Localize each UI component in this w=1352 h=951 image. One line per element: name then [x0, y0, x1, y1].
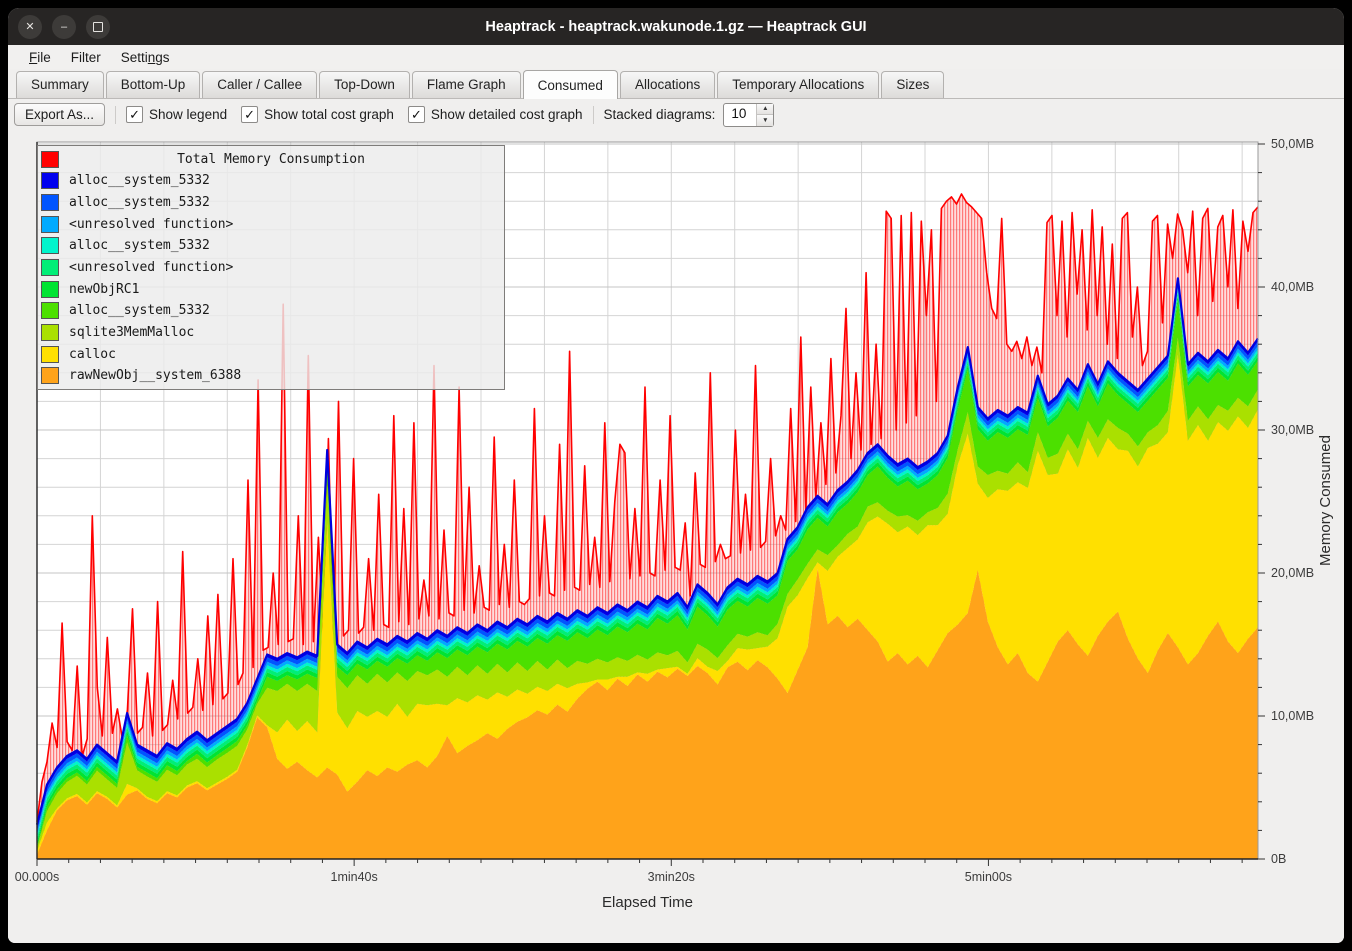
checkbox-show-legend[interactable]: ✓ Show legend [126, 106, 227, 123]
heaptrack-window: ✕ – Heaptrack - heaptrack.wakunode.1.gz … [8, 8, 1344, 943]
x-tick-label: 3min20s [648, 870, 695, 884]
x-tick-label: 00.000s [15, 870, 59, 884]
chart-legend: Total Memory Consumption alloc__system_53… [37, 145, 505, 390]
stacked-diagrams-label: Stacked diagrams: [604, 107, 716, 122]
legend-swatch-icon [41, 281, 59, 298]
toolbar: Export As... ✓ Show legend ✓ Show total cos… [8, 99, 1344, 130]
checkbox-show-total-cost-graph[interactable]: ✓ Show total cost graph [241, 106, 394, 123]
window-buttons: ✕ – [18, 15, 110, 39]
checkbox-check-icon[interactable]: ✓ [126, 106, 143, 123]
tab-temporary-allocations[interactable]: Temporary Allocations [717, 71, 879, 98]
y-axis-title: Memory Consumed [1317, 435, 1334, 566]
y-tick-label: 20,0MB [1271, 566, 1314, 580]
y-tick-label: 0B [1271, 852, 1286, 866]
legend-item: calloc [38, 344, 504, 365]
toolbar-separator [593, 106, 594, 124]
checkbox-label: Show total cost graph [264, 107, 394, 122]
maximize-icon[interactable] [86, 15, 110, 39]
legend-label: alloc__system_5332 [69, 238, 210, 253]
checkbox-label: Show detailed cost graph [431, 107, 583, 122]
legend-swatch-icon [41, 259, 59, 276]
menu-item-filter[interactable]: Filter [62, 48, 110, 67]
legend-label: Total Memory Consumption [38, 152, 504, 167]
legend-item: alloc__system_5332 [38, 192, 504, 213]
x-tick-label: 1min40s [331, 870, 378, 884]
tab-sizes[interactable]: Sizes [881, 71, 944, 98]
legend-swatch-icon [41, 216, 59, 233]
window-title: Heaptrack - heaptrack.wakunode.1.gz — He… [8, 19, 1344, 35]
minimize-icon[interactable]: – [52, 15, 76, 39]
legend-swatch-icon [41, 324, 59, 341]
checkbox-label: Show legend [149, 107, 227, 122]
legend-swatch-icon [41, 346, 59, 363]
legend-item: <unresolved function> [38, 257, 504, 278]
legend-label: <unresolved function> [69, 217, 233, 232]
menu-item-file[interactable]: File [20, 48, 60, 67]
memory-consumption-chart: 00.000s 1min40s 3min20s 5min00s 0B 10,0MB 20,0… [8, 130, 1344, 943]
tab-consumed[interactable]: Consumed [523, 70, 618, 99]
toolbar-separator [115, 106, 116, 124]
y-tick-label: 50,0MB [1271, 137, 1314, 151]
tab-allocations[interactable]: Allocations [620, 71, 715, 98]
legend-label: alloc__system_5332 [69, 303, 210, 318]
close-icon[interactable]: ✕ [18, 15, 42, 39]
legend-item: sqlite3MemMalloc [38, 322, 504, 343]
export-as-button[interactable]: Export As... [14, 103, 105, 126]
title-bar[interactable]: ✕ – Heaptrack - heaptrack.wakunode.1.gz … [8, 8, 1344, 45]
tab-flame-graph[interactable]: Flame Graph [412, 71, 521, 98]
legend-item: alloc__system_5332 [38, 170, 504, 191]
legend-item: alloc__system_5332 [38, 300, 504, 321]
legend-swatch-icon [41, 302, 59, 319]
legend-item: rawNewObj__system_6388 [38, 365, 504, 386]
legend-label: alloc__system_5332 [69, 195, 210, 210]
tab-summary[interactable]: Summary [16, 71, 104, 98]
legend-swatch-icon [41, 194, 59, 211]
legend-label: newObjRC1 [69, 282, 139, 297]
checkbox-show-detailed-cost-graph[interactable]: ✓ Show detailed cost graph [408, 106, 583, 123]
y-tick-label: 30,0MB [1271, 423, 1314, 437]
menu-bar: FileFilterSettings [8, 45, 1344, 69]
y-tick-label: 10,0MB [1271, 709, 1314, 723]
stacked-diagrams-value: 10 [724, 104, 756, 126]
checkbox-check-icon[interactable]: ✓ [241, 106, 258, 123]
menu-item-settings[interactable]: Settings [112, 48, 179, 67]
legend-label: <unresolved function> [69, 260, 233, 275]
tab-bar: SummaryBottom-UpCaller / CalleeTop-DownF… [8, 69, 1344, 99]
y-tick-label: 40,0MB [1271, 280, 1314, 294]
legend-swatch-icon [41, 367, 59, 384]
tab-bottom-up[interactable]: Bottom-Up [106, 71, 201, 98]
legend-label: calloc [69, 347, 116, 362]
x-axis-title: Elapsed Time [602, 894, 693, 911]
x-tick-label: 5min00s [965, 870, 1012, 884]
spinner-down-icon[interactable]: ▼ [757, 115, 773, 126]
legend-swatch-icon [41, 172, 59, 189]
legend-item: alloc__system_5332 [38, 235, 504, 256]
spinner-up-icon[interactable]: ▲ [757, 104, 773, 116]
legend-swatch-icon [41, 237, 59, 254]
tab-top-down[interactable]: Top-Down [319, 71, 410, 98]
legend-item: newObjRC1 [38, 279, 504, 300]
legend-title-row: Total Memory Consumption [38, 149, 504, 170]
legend-label: rawNewObj__system_6388 [69, 368, 241, 383]
tab-caller-callee[interactable]: Caller / Callee [202, 71, 317, 98]
legend-label: alloc__system_5332 [69, 173, 210, 188]
legend-label: sqlite3MemMalloc [69, 325, 194, 340]
legend-item: <unresolved function> [38, 214, 504, 235]
stacked-diagrams-spinner[interactable]: 10 ▲ ▼ [723, 103, 774, 127]
checkbox-check-icon[interactable]: ✓ [408, 106, 425, 123]
